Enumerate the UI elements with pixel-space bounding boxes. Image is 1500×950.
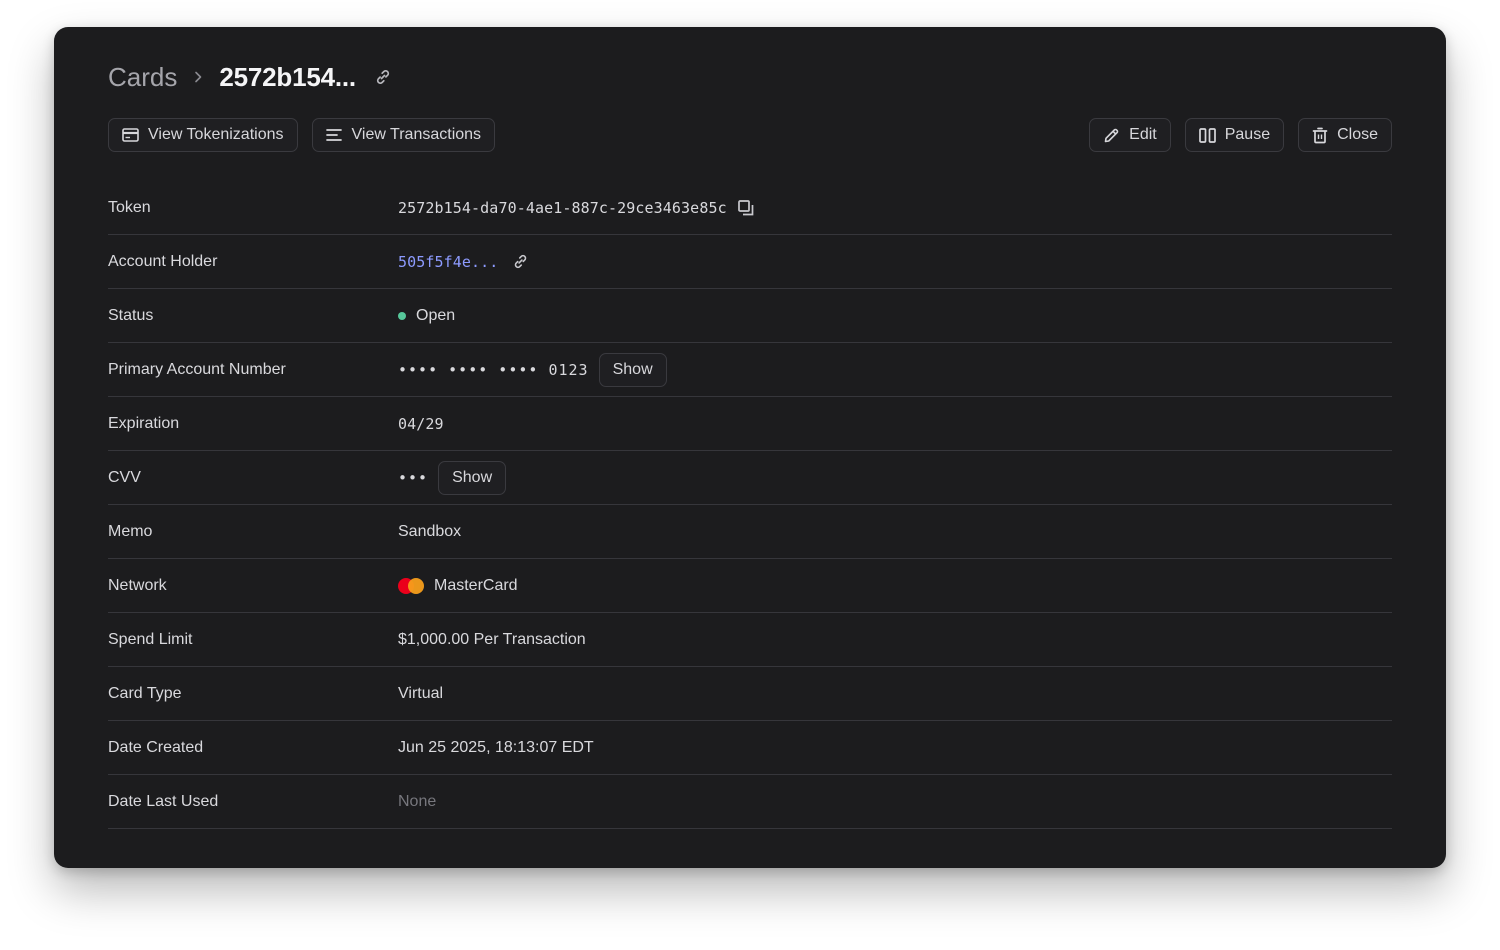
detail-row-spend-limit: Spend Limit $1,000.00 Per Transaction (108, 613, 1392, 667)
pan-label: Primary Account Number (108, 360, 286, 378)
date-created-value: Jun 25 2025, 18:13:07 EDT (398, 738, 594, 756)
cvv-label: CVV (108, 468, 141, 486)
toolbar-left: View Tokenizations View Transactions (108, 118, 496, 152)
account-holder-link[interactable]: 505f5f4e... (398, 253, 498, 271)
page-title: 2572b154... (219, 61, 356, 92)
detail-row-cvv: CVV ••• Show (108, 451, 1392, 505)
detail-row-pan: Primary Account Number •••• •••• •••• 01… (108, 343, 1392, 397)
card-icon (122, 128, 139, 142)
network-label: Network (108, 576, 167, 594)
status-value: Open (416, 306, 456, 324)
show-pan-button[interactable]: Show (598, 352, 667, 387)
mastercard-logo-icon (398, 577, 424, 594)
memo-label: Memo (108, 522, 153, 540)
detail-row-date-last-used: Date Last Used None (108, 775, 1392, 829)
detail-row-memo: Memo Sandbox (108, 505, 1392, 559)
view-tokenizations-button[interactable]: View Tokenizations (108, 118, 298, 152)
list-icon (325, 128, 343, 142)
status-dot-icon (398, 311, 406, 320)
spend-limit-value: $1,000.00 Per Transaction (398, 630, 586, 648)
link-icon[interactable] (512, 253, 529, 270)
account-holder-label: Account Holder (108, 252, 218, 270)
link-icon[interactable] (374, 68, 392, 86)
edit-button[interactable]: Edit (1089, 118, 1171, 152)
status-label: Status (108, 306, 154, 324)
pan-value: •••• •••• •••• 0123 (398, 360, 589, 379)
pencil-icon (1103, 127, 1120, 144)
copy-icon[interactable] (737, 199, 755, 217)
memo-value: Sandbox (398, 522, 462, 540)
edit-label: Edit (1129, 126, 1157, 143)
card-details-list: Token 2572b154-da70-4ae1-887c-29ce3463e8… (108, 181, 1392, 829)
detail-row-card-type: Card Type Virtual (108, 667, 1392, 721)
trash-icon (1312, 127, 1328, 144)
close-card-button[interactable]: Close (1298, 118, 1392, 152)
date-created-label: Date Created (108, 738, 204, 756)
card-type-label: Card Type (108, 684, 182, 702)
cvv-value: ••• (398, 468, 429, 487)
view-transactions-button[interactable]: View Transactions (311, 118, 496, 152)
pause-label: Pause (1224, 126, 1271, 143)
breadcrumb: Cards 2572b154... (108, 61, 392, 93)
network-value: MasterCard (434, 576, 518, 594)
toolbar-right: Edit Pause Close (1089, 118, 1392, 152)
detail-row-token: Token 2572b154-da70-4ae1-887c-29ce3463e8… (108, 181, 1392, 235)
close-label: Close (1337, 126, 1378, 143)
detail-row-status: Status Open (108, 289, 1392, 343)
view-transactions-label: View Transactions (351, 126, 482, 143)
action-toolbar: View Tokenizations View Transactions Edi… (108, 118, 1392, 152)
detail-row-network: Network MasterCard (108, 559, 1392, 613)
expiration-value: 04/29 (398, 414, 444, 433)
token-label: Token (108, 198, 151, 216)
card-type-value: Virtual (398, 684, 444, 702)
detail-row-date-created: Date Created Jun 25 2025, 18:13:07 EDT (108, 721, 1392, 775)
pause-button[interactable]: Pause (1184, 118, 1285, 152)
detail-row-account-holder: Account Holder 505f5f4e... (108, 235, 1392, 289)
date-last-used-value: None (398, 792, 437, 810)
pause-icon (1198, 127, 1216, 143)
date-last-used-label: Date Last Used (108, 792, 219, 810)
show-cvv-button[interactable]: Show (438, 460, 507, 495)
view-tokenizations-label: View Tokenizations (148, 126, 284, 143)
spend-limit-label: Spend Limit (108, 630, 193, 648)
chevron-right-icon (191, 70, 205, 84)
card-detail-panel: Cards 2572b154... View Tokenizations Vie… (54, 27, 1446, 868)
expiration-label: Expiration (108, 414, 180, 432)
detail-row-expiration: Expiration 04/29 (108, 397, 1392, 451)
breadcrumb-cards-link[interactable]: Cards (108, 62, 177, 93)
token-value: 2572b154-da70-4ae1-887c-29ce3463e85c (398, 198, 727, 217)
